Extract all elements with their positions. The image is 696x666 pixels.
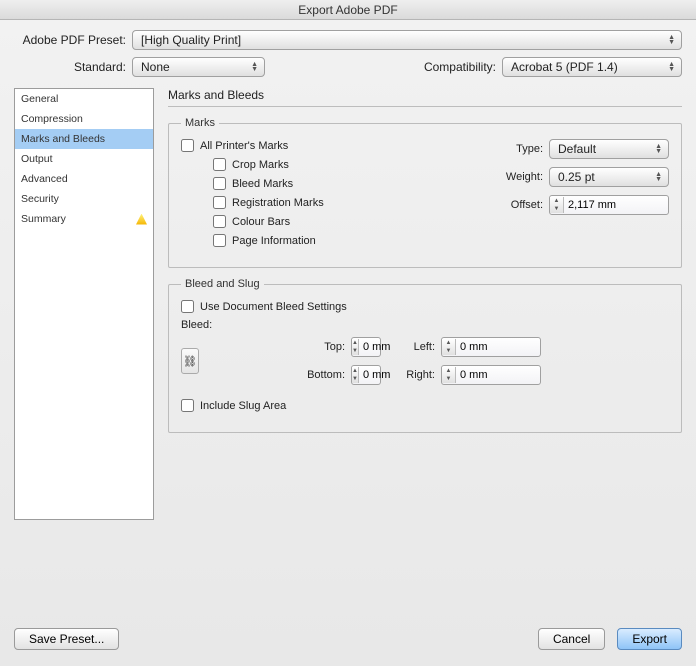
use-doc-bleed-checkbox[interactable]: Use Document Bleed Settings xyxy=(181,300,669,313)
bleed-slug-legend: Bleed and Slug xyxy=(181,278,264,290)
bleed-heading: Bleed: xyxy=(181,319,669,331)
sidebar-item-label: Output xyxy=(21,153,53,165)
compatibility-dropdown[interactable]: Acrobat 5 (PDF 1.4) ▲▼ xyxy=(502,57,682,77)
updown-icon: ▲▼ xyxy=(251,62,258,72)
standard-label: Standard: xyxy=(14,60,132,74)
bleed-bottom-spinner[interactable]: ▲▼ xyxy=(351,365,381,385)
compatibility-label: Compatibility: xyxy=(424,60,502,74)
all-printers-marks-checkbox[interactable]: All Printer's Marks xyxy=(181,139,461,152)
sidebar-item-label: Marks and Bleeds xyxy=(21,133,105,145)
sidebar-item-marks-and-bleeds[interactable]: Marks and Bleeds xyxy=(15,129,153,149)
marks-legend: Marks xyxy=(181,117,219,129)
standard-value: None xyxy=(141,60,170,74)
save-preset-button[interactable]: Save Preset... xyxy=(14,628,119,650)
sidebar-item-advanced[interactable]: Advanced xyxy=(15,169,153,189)
sidebar-item-output[interactable]: Output xyxy=(15,149,153,169)
stepper-icon[interactable]: ▲▼ xyxy=(550,197,564,213)
bleed-marks-checkbox[interactable]: Bleed Marks xyxy=(181,177,461,190)
stepper-icon[interactable]: ▲▼ xyxy=(442,367,456,383)
crop-marks-checkbox[interactable]: Crop Marks xyxy=(181,158,461,171)
sidebar-item-label: General xyxy=(21,93,58,105)
sidebar-item-compression[interactable]: Compression xyxy=(15,109,153,129)
preset-label: Adobe PDF Preset: xyxy=(14,33,132,47)
sidebar-item-general[interactable]: General xyxy=(15,89,153,109)
stepper-icon[interactable]: ▲▼ xyxy=(352,367,359,383)
window-title: Export Adobe PDF xyxy=(0,0,696,20)
bleed-right-spinner[interactable]: ▲▼ xyxy=(441,365,541,385)
export-button[interactable]: Export xyxy=(617,628,682,650)
bleed-left-label: Left: xyxy=(381,341,441,353)
section-heading: Marks and Bleeds xyxy=(168,88,682,107)
offset-spinner[interactable]: ▲▼ xyxy=(549,195,669,215)
sidebar-item-label: Compression xyxy=(21,113,83,125)
updown-icon: ▲▼ xyxy=(668,35,675,45)
preset-value: [High Quality Print] xyxy=(141,33,241,47)
link-bleed-icon[interactable]: ⛓ xyxy=(181,348,199,374)
bleed-slug-fieldset: Bleed and Slug Use Document Bleed Settin… xyxy=(168,278,682,433)
marks-fieldset: Marks All Printer's Marks Crop Marks Ble… xyxy=(168,117,682,268)
panel-sidebar: General Compression Marks and Bleeds Output… xyxy=(14,88,154,520)
sidebar-item-summary[interactable]: Summary xyxy=(15,209,153,229)
weight-dropdown[interactable]: 0.25 pt ▲▼ xyxy=(549,167,669,187)
bleed-left-input[interactable] xyxy=(456,341,514,353)
offset-input[interactable] xyxy=(564,199,622,211)
cancel-button[interactable]: Cancel xyxy=(538,628,605,650)
offset-label: Offset: xyxy=(493,199,543,211)
standard-dropdown[interactable]: None ▲▼ xyxy=(132,57,265,77)
sidebar-item-label: Summary xyxy=(21,213,66,225)
bleed-top-label: Top: xyxy=(251,341,351,353)
type-label: Type: xyxy=(493,143,543,155)
bleed-top-spinner[interactable]: ▲▼ xyxy=(351,337,381,357)
sidebar-item-label: Advanced xyxy=(21,173,68,185)
colour-bars-checkbox[interactable]: Colour Bars xyxy=(181,215,461,228)
bleed-left-spinner[interactable]: ▲▼ xyxy=(441,337,541,357)
bleed-bottom-label: Bottom: xyxy=(251,369,351,381)
include-slug-checkbox[interactable]: Include Slug Area xyxy=(181,399,669,412)
bleed-right-label: Right: xyxy=(381,369,441,381)
weight-label: Weight: xyxy=(493,171,543,183)
sidebar-item-label: Security xyxy=(21,193,59,205)
compatibility-value: Acrobat 5 (PDF 1.4) xyxy=(511,60,618,74)
stepper-icon[interactable]: ▲▼ xyxy=(352,339,359,355)
sidebar-item-security[interactable]: Security xyxy=(15,189,153,209)
stepper-icon[interactable]: ▲▼ xyxy=(442,339,456,355)
updown-icon: ▲▼ xyxy=(655,172,662,182)
bleed-right-input[interactable] xyxy=(456,369,514,381)
preset-dropdown[interactable]: [High Quality Print] ▲▼ xyxy=(132,30,682,50)
registration-marks-checkbox[interactable]: Registration Marks xyxy=(181,196,461,209)
warning-icon xyxy=(136,214,147,225)
updown-icon: ▲▼ xyxy=(668,62,675,72)
page-info-checkbox[interactable]: Page Information xyxy=(181,234,461,247)
type-dropdown[interactable]: Default ▲▼ xyxy=(549,139,669,159)
updown-icon: ▲▼ xyxy=(655,144,662,154)
